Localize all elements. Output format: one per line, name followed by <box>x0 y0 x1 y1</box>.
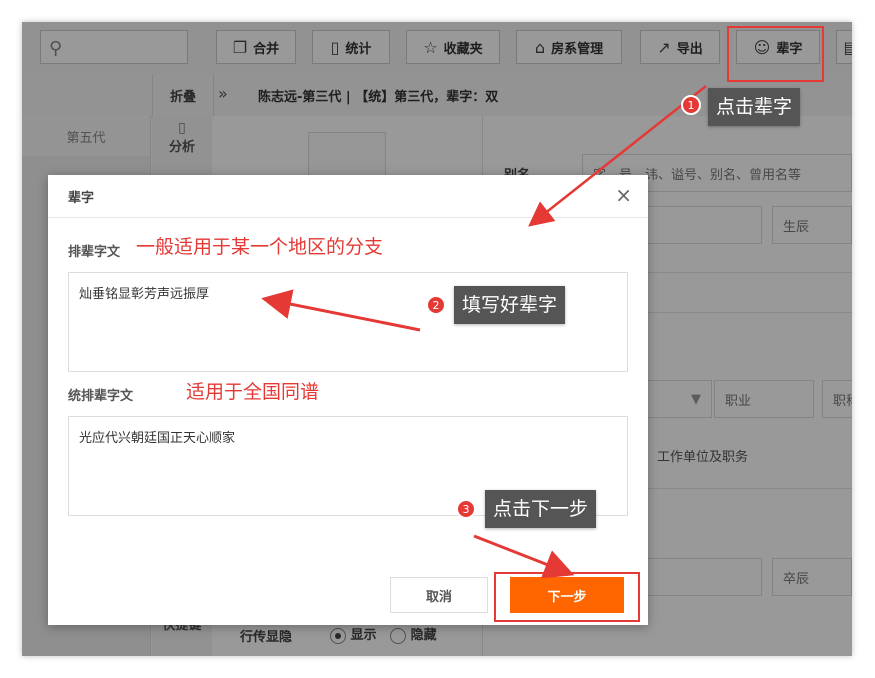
callout-1: 点击辈字 <box>708 88 801 126</box>
generation-name-dialog: 辈字 × 排辈字文 一般适用于某一个地区的分支 灿垂铭显彰芳声远振厚 统排辈字文… <box>48 175 648 625</box>
step-badge-1: 1 <box>681 95 701 115</box>
close-icon[interactable]: × <box>615 183 632 207</box>
highlight-next-step-button <box>494 572 640 622</box>
step-badge-3: 3 <box>456 499 476 519</box>
unified-generation-note: 适用于全国同谱 <box>186 381 320 403</box>
callout-2: 填写好辈字 <box>454 286 566 324</box>
local-generation-label: 排辈字文 <box>68 245 121 260</box>
local-generation-note: 一般适用于某一个地区的分支 <box>136 236 384 258</box>
divider <box>48 217 648 218</box>
highlight-generation-name-button <box>727 26 824 82</box>
unified-generation-label: 统排辈字文 <box>68 389 134 404</box>
dialog-title: 辈字 <box>68 191 95 206</box>
cancel-button[interactable]: 取消 <box>390 577 488 613</box>
callout-3: 点击下一步 <box>485 490 597 528</box>
step-badge-2: 2 <box>426 295 446 315</box>
